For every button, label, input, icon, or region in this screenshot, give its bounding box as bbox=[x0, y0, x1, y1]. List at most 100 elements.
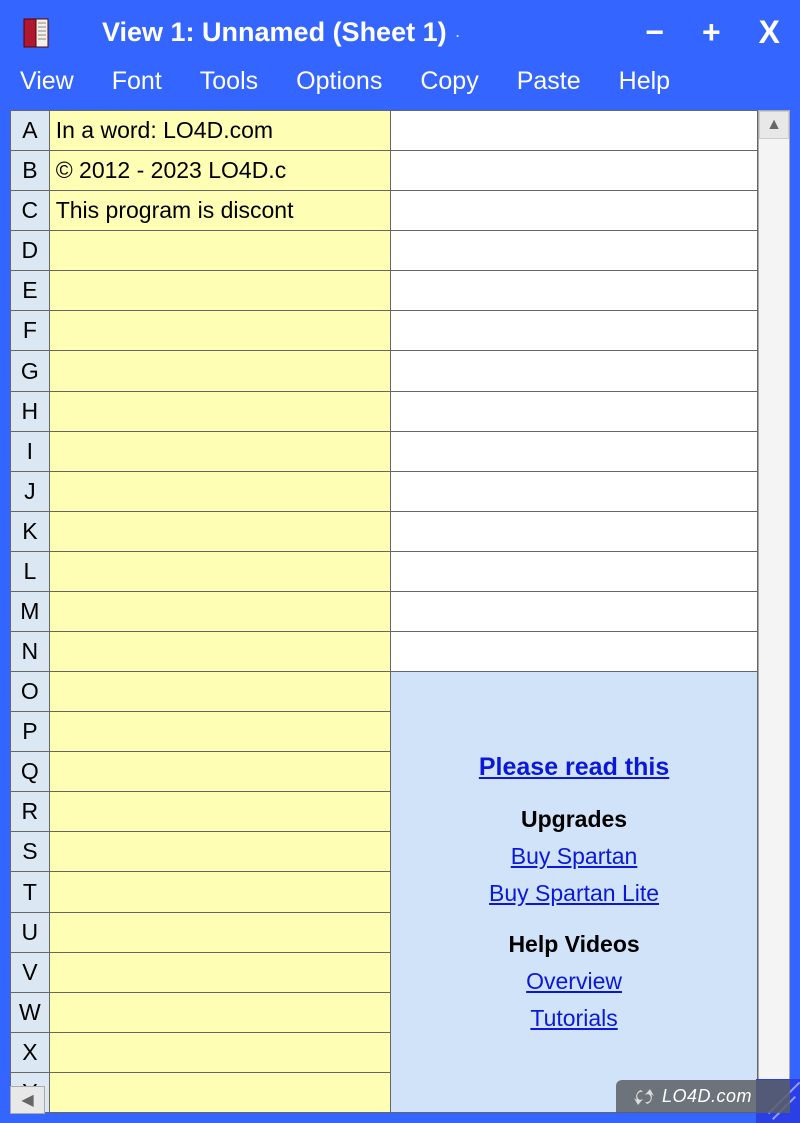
cell-col-b[interactable] bbox=[391, 551, 758, 591]
cell-col-a[interactable] bbox=[49, 551, 390, 591]
row-header[interactable]: R bbox=[11, 792, 50, 832]
minimize-button[interactable]: − bbox=[645, 14, 664, 51]
cell-col-a[interactable] bbox=[49, 832, 390, 872]
scroll-up-icon[interactable]: ▲ bbox=[759, 111, 789, 139]
menu-view[interactable]: View bbox=[20, 67, 74, 96]
cell-col-a[interactable] bbox=[49, 351, 390, 391]
buy-spartan-link[interactable]: Buy Spartan bbox=[511, 843, 638, 869]
titlebar[interactable]: View 1: Unnamed (Sheet 1)· − + X bbox=[0, 0, 800, 61]
row-header[interactable]: G bbox=[11, 351, 50, 391]
table-row[interactable]: G bbox=[11, 351, 758, 391]
close-button[interactable]: X bbox=[759, 14, 780, 51]
cell-col-a[interactable] bbox=[49, 591, 390, 631]
cell-col-b[interactable] bbox=[391, 511, 758, 551]
row-header[interactable]: I bbox=[11, 431, 50, 471]
table-row[interactable]: J bbox=[11, 471, 758, 511]
scroll-track[interactable] bbox=[759, 139, 789, 1084]
row-header[interactable]: B bbox=[11, 151, 50, 191]
row-header[interactable]: W bbox=[11, 992, 50, 1032]
row-header[interactable]: D bbox=[11, 231, 50, 271]
cell-col-b[interactable] bbox=[391, 191, 758, 231]
table-row[interactable]: K bbox=[11, 511, 758, 551]
row-header[interactable]: C bbox=[11, 191, 50, 231]
menu-help[interactable]: Help bbox=[619, 67, 670, 96]
cell-col-a[interactable] bbox=[49, 632, 390, 672]
cell-col-b[interactable] bbox=[391, 231, 758, 271]
table-row[interactable]: M bbox=[11, 591, 758, 631]
row-header[interactable]: O bbox=[11, 672, 50, 712]
cell-col-b[interactable] bbox=[391, 431, 758, 471]
overview-link[interactable]: Overview bbox=[526, 968, 622, 994]
cell-col-a[interactable] bbox=[49, 1072, 390, 1112]
vertical-scrollbar[interactable]: ▲ ▼ bbox=[758, 110, 790, 1113]
table-row[interactable]: H bbox=[11, 391, 758, 431]
row-header[interactable]: N bbox=[11, 632, 50, 672]
cell-col-b[interactable] bbox=[391, 271, 758, 311]
please-read-this-link[interactable]: Please read this bbox=[479, 753, 669, 781]
row-header[interactable]: E bbox=[11, 271, 50, 311]
cell-col-a[interactable] bbox=[49, 672, 390, 712]
cell-col-b[interactable] bbox=[391, 391, 758, 431]
table-row[interactable]: AIn a word: LO4D.com bbox=[11, 111, 758, 151]
table-row[interactable]: N bbox=[11, 632, 758, 672]
row-header[interactable]: M bbox=[11, 591, 50, 631]
upgrades-heading: Upgrades bbox=[403, 806, 745, 833]
row-header[interactable]: J bbox=[11, 471, 50, 511]
cell-col-b[interactable] bbox=[391, 311, 758, 351]
cell-col-a[interactable] bbox=[49, 1032, 390, 1072]
row-header[interactable]: V bbox=[11, 952, 50, 992]
cell-col-b[interactable] bbox=[391, 632, 758, 672]
cell-col-a[interactable] bbox=[49, 992, 390, 1032]
cell-col-a[interactable]: © 2012 - 2023 LO4D.c bbox=[49, 151, 390, 191]
table-row[interactable]: I bbox=[11, 431, 758, 471]
table-row[interactable]: B© 2012 - 2023 LO4D.c bbox=[11, 151, 758, 191]
row-header[interactable]: H bbox=[11, 391, 50, 431]
row-header[interactable]: Q bbox=[11, 752, 50, 792]
cell-col-b[interactable] bbox=[391, 471, 758, 511]
menu-options[interactable]: Options bbox=[296, 67, 382, 96]
cell-col-a[interactable] bbox=[49, 952, 390, 992]
cell-col-a[interactable] bbox=[49, 431, 390, 471]
table-row[interactable]: D bbox=[11, 231, 758, 271]
menu-tools[interactable]: Tools bbox=[200, 67, 258, 96]
maximize-button[interactable]: + bbox=[702, 14, 721, 51]
row-header[interactable]: L bbox=[11, 551, 50, 591]
cell-col-a[interactable] bbox=[49, 712, 390, 752]
row-header[interactable]: K bbox=[11, 511, 50, 551]
cell-col-b[interactable] bbox=[391, 111, 758, 151]
table-row[interactable]: L bbox=[11, 551, 758, 591]
cell-col-a[interactable] bbox=[49, 872, 390, 912]
spreadsheet-grid[interactable]: AIn a word: LO4D.comB© 2012 - 2023 LO4D.… bbox=[10, 110, 758, 1113]
cell-col-a[interactable] bbox=[49, 231, 390, 271]
row-header[interactable]: X bbox=[11, 1032, 50, 1072]
menu-paste[interactable]: Paste bbox=[517, 67, 581, 96]
menu-copy[interactable]: Copy bbox=[420, 67, 478, 96]
cell-col-a[interactable] bbox=[49, 511, 390, 551]
buy-spartan-lite-link[interactable]: Buy Spartan Lite bbox=[489, 880, 659, 906]
cell-col-a[interactable]: In a word: LO4D.com bbox=[49, 111, 390, 151]
cell-col-b[interactable] bbox=[391, 151, 758, 191]
row-header[interactable]: T bbox=[11, 872, 50, 912]
cell-col-a[interactable] bbox=[49, 792, 390, 832]
table-row[interactable]: F bbox=[11, 311, 758, 351]
row-header[interactable]: S bbox=[11, 832, 50, 872]
table-row[interactable]: OPlease read thisUpgradesBuy SpartanBuy … bbox=[11, 672, 758, 712]
row-header[interactable]: F bbox=[11, 311, 50, 351]
row-header[interactable]: A bbox=[11, 111, 50, 151]
cell-col-b[interactable] bbox=[391, 351, 758, 391]
tutorials-link[interactable]: Tutorials bbox=[530, 1005, 617, 1031]
table-row[interactable]: CThis program is discont bbox=[11, 191, 758, 231]
row-header[interactable]: P bbox=[11, 712, 50, 752]
menu-font[interactable]: Font bbox=[112, 67, 162, 96]
scroll-left-icon[interactable]: ◀ bbox=[10, 1086, 45, 1114]
table-row[interactable]: E bbox=[11, 271, 758, 311]
cell-col-a[interactable] bbox=[49, 391, 390, 431]
row-header[interactable]: U bbox=[11, 912, 50, 952]
cell-col-b[interactable] bbox=[391, 591, 758, 631]
cell-col-a[interactable]: This program is discont bbox=[49, 191, 390, 231]
cell-col-a[interactable] bbox=[49, 271, 390, 311]
cell-col-a[interactable] bbox=[49, 311, 390, 351]
cell-col-a[interactable] bbox=[49, 752, 390, 792]
cell-col-a[interactable] bbox=[49, 912, 390, 952]
cell-col-a[interactable] bbox=[49, 471, 390, 511]
